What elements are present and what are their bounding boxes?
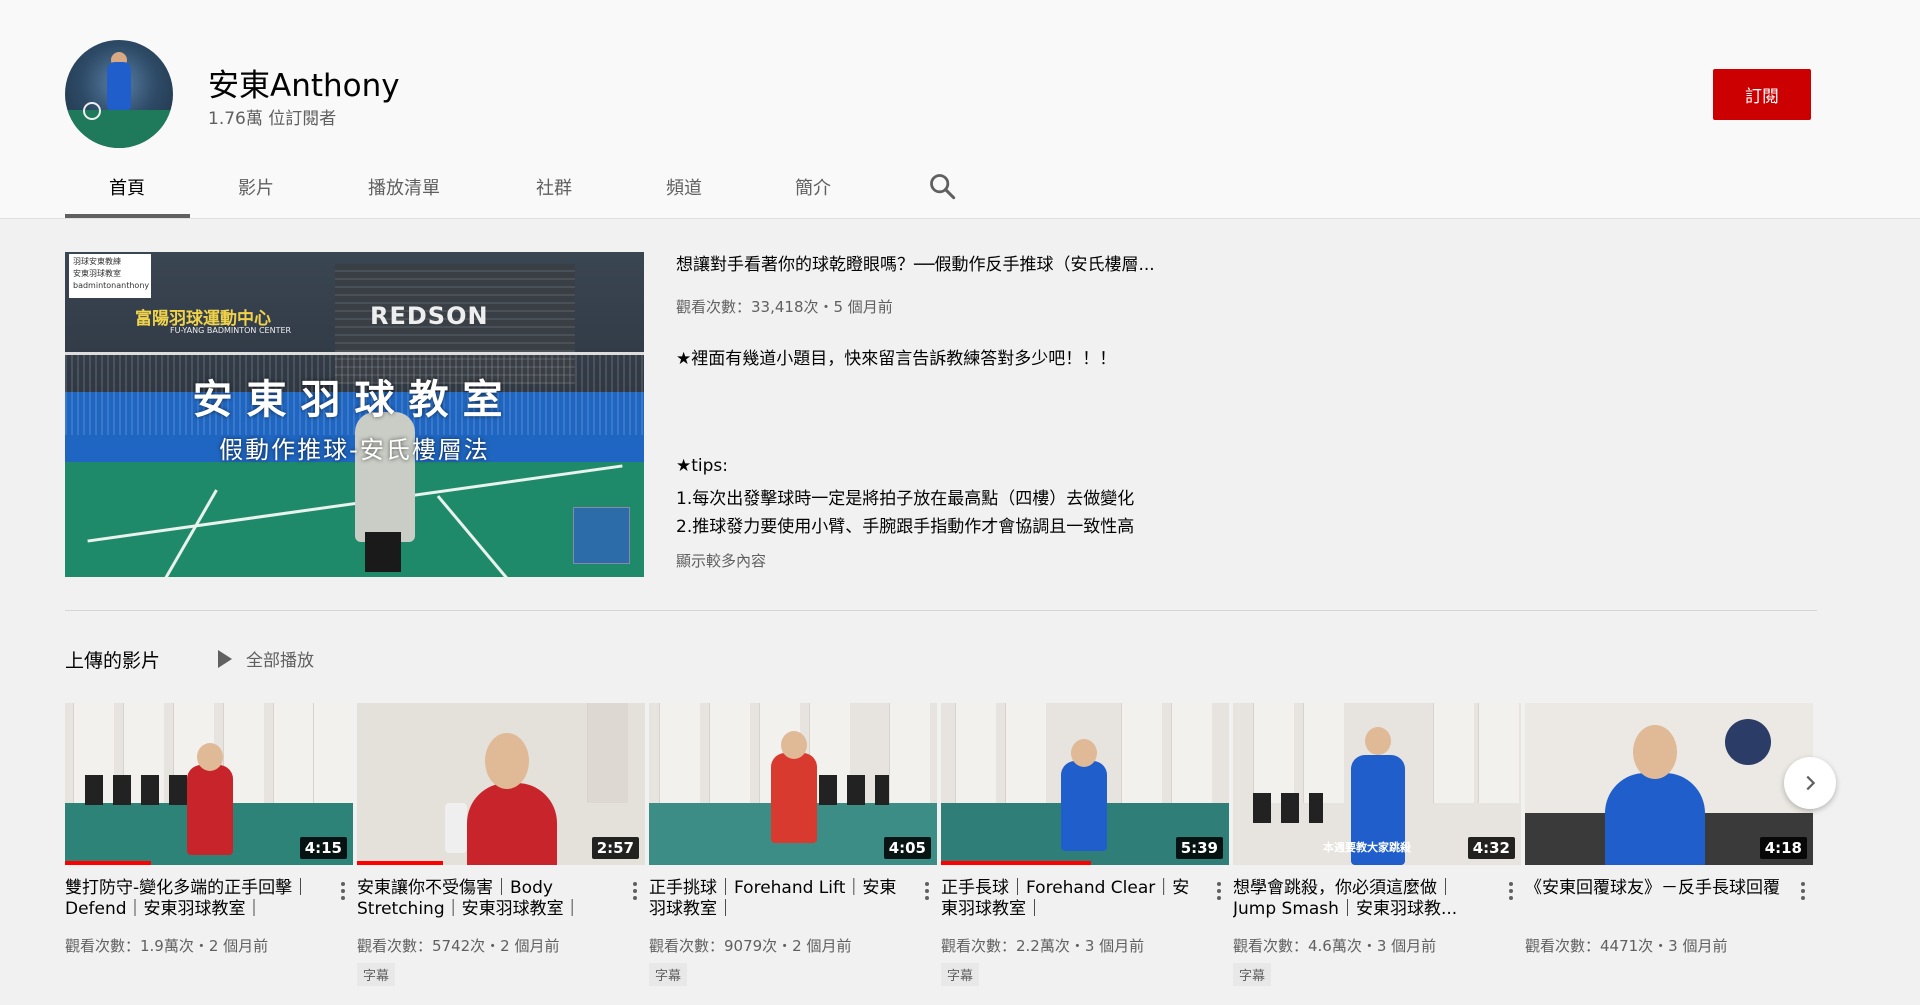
video-meta: 觀看次數：4.6萬次・3 個月前: [1233, 937, 1437, 955]
video-meta: 觀看次數：4471次・3 個月前: [1525, 937, 1728, 955]
more-vert-icon[interactable]: [917, 879, 937, 903]
tab-home[interactable]: 首頁: [109, 174, 145, 200]
featured-video-title[interactable]: 想讓對手看著你的球乾瞪眼嗎？──假動作反手推球（安氏樓層...: [676, 250, 1155, 275]
video-meta: 觀看次數：2.2萬次・3 個月前: [941, 937, 1145, 955]
subtitles-badge: 字幕: [357, 963, 396, 986]
video-card[interactable]: 2:57 安東讓你不受傷害｜Body Stretching｜安東羽球教室｜ 觀看…: [357, 703, 645, 986]
uploads-shelf-title[interactable]: 上傳的影片: [65, 646, 160, 673]
video-title[interactable]: 正手長球｜Forehand Clear｜安東羽球教室｜: [941, 878, 1203, 920]
section-divider: [65, 610, 1817, 611]
watch-progress-bar: [357, 861, 444, 865]
chevron-right-icon: [1806, 775, 1816, 791]
featured-desc-line: 1.每次出發擊球時一定是將拍子放在最高點（四樓）去做變化: [676, 489, 1135, 509]
play-all-button[interactable]: 全部播放: [218, 646, 314, 671]
video-card[interactable]: 4:15 雙打防守-變化多端的正手回擊｜Defend｜安東羽球教室｜ 觀看次數：…: [65, 703, 353, 955]
video-meta: 觀看次數：1.9萬次・2 個月前: [65, 937, 269, 955]
video-meta: 觀看次數：9079次・2 個月前: [649, 937, 852, 955]
featured-desc-line: 2.推球發力要使用小臂、手腕跟手指動作才會協調且一致性高: [676, 517, 1135, 537]
video-thumbnail[interactable]: 本週要教大家跳殺 4:32: [1233, 703, 1521, 865]
more-vert-icon[interactable]: [1209, 879, 1229, 903]
tab-about[interactable]: 簡介: [795, 174, 831, 200]
tab-videos[interactable]: 影片: [238, 174, 274, 200]
video-card[interactable]: 本週要教大家跳殺 4:32 想學會跳殺，你必須這麼做｜Jump Smash｜安東…: [1233, 703, 1521, 986]
video-thumbnail[interactable]: 2:57: [357, 703, 645, 865]
video-duration: 4:32: [1467, 837, 1515, 859]
video-title[interactable]: 雙打防守-變化多端的正手回擊｜Defend｜安東羽球教室｜: [65, 878, 327, 920]
channel-header: 安東Anthony 1.76萬 位訂閱者 訂閱 首頁 影片 播放清單 社群 頻道…: [0, 0, 1920, 219]
channel-name: 安東Anthony: [208, 68, 400, 104]
subscriber-count: 1.76萬 位訂閱者: [208, 109, 337, 129]
thumbnail-venue-subtitle: FU-YANG BADMINTON CENTER: [170, 326, 292, 335]
subtitles-badge: 字幕: [1233, 963, 1272, 986]
play-icon: [218, 649, 232, 668]
channel-avatar[interactable]: [65, 40, 173, 148]
video-title[interactable]: 《安東回覆球友》－反手長球回覆: [1525, 878, 1787, 920]
watch-progress-bar: [65, 861, 152, 865]
video-duration: 4:15: [299, 837, 347, 859]
active-tab-indicator: [65, 214, 190, 218]
video-title[interactable]: 安東讓你不受傷害｜Body Stretching｜安東羽球教室｜: [357, 878, 619, 920]
video-duration: 2:57: [591, 837, 639, 859]
video-thumbnail[interactable]: 4:15: [65, 703, 353, 865]
play-all-label: 全部播放: [246, 651, 314, 671]
tab-playlists[interactable]: 播放清單: [368, 174, 440, 200]
tab-community[interactable]: 社群: [536, 174, 572, 200]
video-card[interactable]: 4:18 《安東回覆球友》－反手長球回覆 觀看次數：4471次・3 個月前: [1525, 703, 1813, 955]
video-duration: 5:39: [1175, 837, 1223, 859]
search-icon[interactable]: [928, 172, 956, 200]
subtitles-badge: 字幕: [941, 963, 980, 986]
subtitles-badge: 字幕: [649, 963, 688, 986]
shelf-next-button[interactable]: [1784, 757, 1836, 809]
video-thumbnail[interactable]: 5:39: [941, 703, 1229, 865]
video-card[interactable]: 4:05 正手挑球｜Forehand Lift｜安東羽球教室｜ 觀看次數：907…: [649, 703, 937, 986]
tab-channels[interactable]: 頻道: [666, 174, 702, 200]
featured-video-meta: 觀看次數：33,418次・5 個月前: [676, 298, 893, 316]
video-title[interactable]: 想學會跳殺，你必須這麼做｜Jump Smash｜安東羽球教...: [1233, 878, 1495, 920]
video-meta: 觀看次數：5742次・2 個月前: [357, 937, 560, 955]
featured-desc-line: ★裡面有幾道小題目，快來留言告訴教練答對多少吧！！！: [676, 349, 1117, 369]
more-vert-icon[interactable]: [333, 879, 353, 903]
video-duration: 4:05: [883, 837, 931, 859]
featured-desc-line: ★tips:: [676, 456, 729, 476]
thumbnail-overlay-subtitle: 假動作推球-安氏樓層法: [219, 436, 490, 464]
video-card[interactable]: 5:39 正手長球｜Forehand Clear｜安東羽球教室｜ 觀看次數：2.…: [941, 703, 1229, 986]
show-more-link[interactable]: 顯示較多內容: [676, 550, 766, 571]
video-thumbnail[interactable]: 4:05: [649, 703, 937, 865]
thumbnail-social-logos: 羽球安東教練 安東羽球教室 badmintonanthony: [69, 254, 151, 298]
more-vert-icon[interactable]: [625, 879, 645, 903]
more-vert-icon[interactable]: [1501, 879, 1521, 903]
video-thumbnail[interactable]: 4:18: [1525, 703, 1813, 865]
video-title[interactable]: 正手挑球｜Forehand Lift｜安東羽球教室｜: [649, 878, 911, 920]
thumbnail-brand: REDSON: [370, 302, 489, 330]
featured-video-thumbnail[interactable]: 羽球安東教練 安東羽球教室 badmintonanthony 富陽羽球運動中心 …: [65, 252, 644, 577]
thumbnail-overlay-title: 安東羽球教室: [192, 377, 517, 423]
video-duration: 4:18: [1759, 837, 1807, 859]
thumbnail-overlay-caption: 本週要教大家跳殺: [1323, 841, 1411, 854]
watch-progress-bar: [941, 861, 1091, 865]
subscribe-button[interactable]: 訂閱: [1713, 69, 1811, 120]
more-vert-icon[interactable]: [1793, 879, 1813, 903]
